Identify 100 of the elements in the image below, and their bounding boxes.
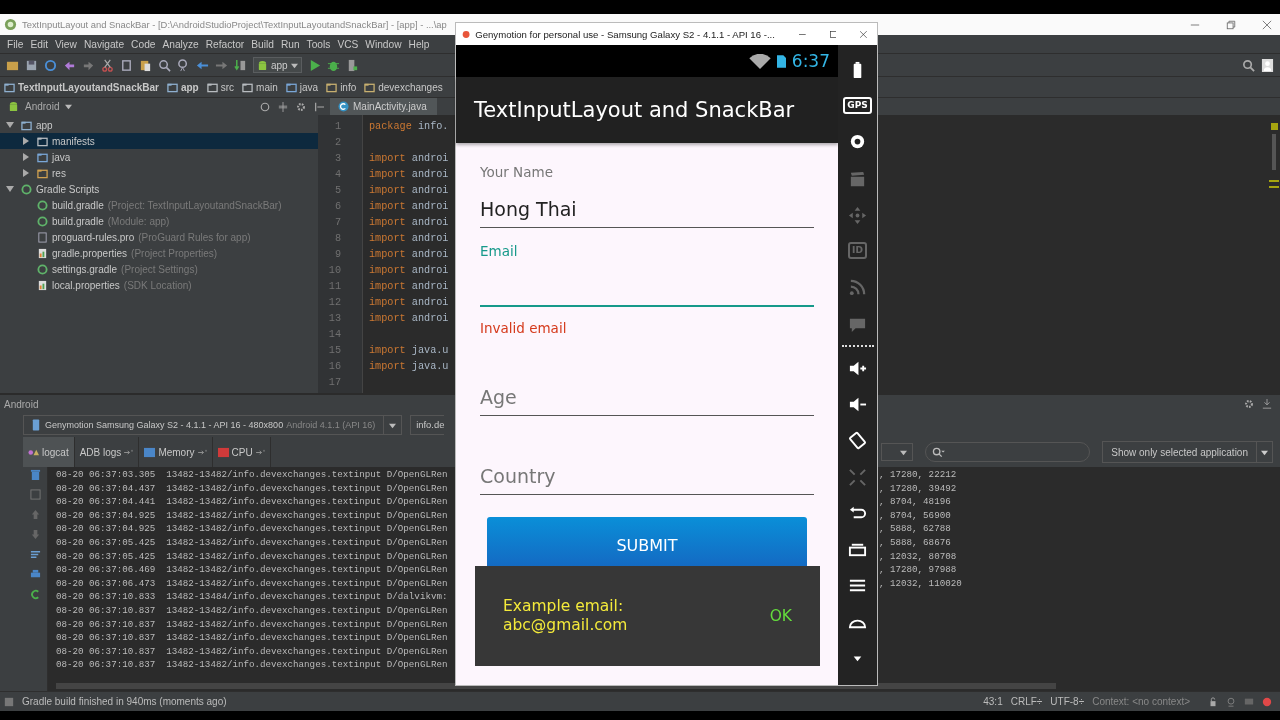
input-field[interactable]: Country — [480, 447, 814, 495]
gradle-icon — [37, 263, 48, 275]
editor-tab[interactable]: MainActivity.java — [330, 98, 437, 115]
gps-button[interactable]: GPS — [843, 97, 872, 115]
ok-button[interactable]: OK — [769, 607, 792, 625]
tree-item[interactable]: java — [0, 149, 318, 165]
search-icon[interactable] — [1242, 58, 1255, 72]
line-separator[interactable]: CRLF÷ — [1010, 696, 1043, 707]
tree-item[interactable]: local.properties (SDK Location) — [0, 277, 318, 293]
pin-icon[interactable] — [255, 448, 265, 456]
run-configuration-dropdown[interactable]: app — [253, 57, 302, 73]
item-hint: (Project Properties) — [131, 247, 218, 259]
input-field[interactable]: Age — [480, 368, 814, 416]
search-icon[interactable] — [158, 58, 171, 72]
tree-item[interactable]: gradle.properties (Project Properties) — [0, 245, 318, 261]
folder-icon — [285, 81, 297, 93]
item-name: proguard-rules.pro — [52, 231, 135, 243]
chart-file-icon — [37, 247, 48, 259]
gear-icon[interactable] — [1244, 399, 1254, 409]
breadcrumb-item[interactable]: info — [326, 81, 365, 93]
menu-item[interactable]: File — [4, 38, 28, 50]
project-view-dropdown[interactable]: Android — [6, 101, 77, 112]
cursor-position[interactable]: 43:1 — [983, 696, 1003, 707]
target-icon[interactable] — [260, 101, 270, 112]
code-line: import androi — [369, 312, 450, 326]
wrap-icon[interactable] — [29, 549, 41, 560]
trash-icon[interactable] — [29, 469, 41, 480]
tree-item[interactable]: build.gradle (Project: TextInputLayoutandSnackBar) — [0, 197, 318, 213]
inspector-icon[interactable] — [1226, 696, 1236, 707]
menu-item[interactable]: Edit — [27, 38, 52, 50]
log-line: , 8704, 56900 — [879, 508, 951, 523]
process-dropdown[interactable]: info.de — [410, 415, 445, 435]
breadcrumb-item[interactable]: src — [206, 81, 243, 93]
breadcrumb-item[interactable]: main — [242, 81, 286, 93]
tree-item[interactable]: settings.gradle (Project Settings) — [0, 261, 318, 277]
line-number: 17 — [327, 376, 342, 390]
log-line: , 12032, 80708 — [879, 549, 957, 564]
panel-tab[interactable]: logcat — [23, 437, 75, 467]
collapse-icon[interactable] — [278, 101, 288, 112]
menu-item[interactable]: Code — [128, 38, 160, 50]
line-number: 14 — [327, 328, 342, 342]
filter-dropdown[interactable]: Show only selected application — [1102, 441, 1273, 463]
level-dropdown[interactable] — [881, 443, 914, 461]
build-icon[interactable] — [234, 58, 247, 72]
collapse-arrow-icon[interactable] — [6, 121, 14, 129]
menu-item[interactable]: VCS — [334, 38, 363, 50]
lock-icon[interactable] — [1208, 696, 1218, 707]
hide-icon[interactable] — [314, 101, 324, 112]
sync-icon[interactable] — [44, 58, 57, 72]
pin-icon[interactable] — [197, 448, 207, 456]
tree-item[interactable]: Gradle Scripts — [0, 181, 318, 197]
maximize-icon[interactable] — [829, 29, 837, 39]
menu-item[interactable]: Window — [362, 38, 406, 50]
pin-icon[interactable] — [124, 448, 134, 456]
scrollbar[interactable] — [1272, 134, 1276, 170]
menu-item[interactable]: Run — [277, 38, 304, 50]
replace-icon[interactable] — [177, 58, 190, 72]
item-name: Gradle Scripts — [36, 183, 100, 195]
menu-item[interactable]: Refactor — [202, 38, 249, 50]
tree-item[interactable]: manifests — [0, 133, 318, 149]
menu-item[interactable]: Navigate — [80, 38, 129, 50]
close-icon[interactable] — [1262, 19, 1272, 30]
breadcrumb-item[interactable]: app — [166, 81, 207, 93]
error-icon[interactable] — [1262, 696, 1272, 707]
breadcrumb-item[interactable]: devexchanges — [364, 81, 451, 93]
paste-icon[interactable] — [139, 58, 152, 72]
menu-item[interactable]: View — [52, 38, 81, 50]
scissors-icon[interactable] — [101, 58, 114, 72]
printer-icon[interactable] — [29, 569, 41, 580]
log-line: 08-20 06:37:10.837 13482-13482/info.devexchanges.textinput D/OpenGLRen — [55, 631, 449, 645]
close-icon[interactable] — [860, 29, 867, 39]
gear-icon[interactable] — [296, 101, 306, 112]
encoding[interactable]: UTF-8÷ — [1050, 696, 1085, 707]
menu-item[interactable]: Build — [248, 38, 278, 50]
breadcrumb-item[interactable]: java — [285, 81, 327, 93]
save-icon[interactable] — [25, 58, 38, 72]
line-number: 3 — [333, 152, 342, 166]
user-icon[interactable] — [1261, 58, 1274, 72]
collapse-arrow-icon[interactable] — [6, 185, 14, 193]
menu-item[interactable]: Tools — [303, 38, 335, 50]
log-line: , 17280, 97988 — [879, 563, 957, 577]
code-line: import java.u — [369, 344, 450, 358]
panel-toggle-icon[interactable] — [4, 696, 14, 707]
class-icon — [338, 101, 349, 112]
device-dropdown[interactable]: Genymotion Samsung Galaxy S2 - 4.1.1 - API 16 - 480x800 Android 4.1.1 (API 16) — [23, 415, 403, 435]
restore-icon[interactable] — [1226, 19, 1236, 30]
input-field[interactable]: Hong Thai — [480, 180, 814, 228]
menu-item[interactable]: Analyze — [159, 38, 203, 50]
log-line: 08-20 06:37:03.305 13482-13482/info.devexchanges.textinput D/OpenGLRen — [55, 468, 449, 482]
breadcrumb-item[interactable]: TextInputLayoutandSnackBar — [4, 81, 167, 93]
restart-icon[interactable] — [29, 589, 41, 600]
menu-item[interactable]: Help — [405, 38, 434, 50]
download-icon[interactable] — [1262, 399, 1272, 409]
rotate-icon[interactable] — [848, 431, 867, 451]
folder-icon — [37, 151, 48, 163]
tree-item[interactable]: res — [0, 165, 318, 181]
log-line: , 5888, 62788 — [879, 522, 951, 536]
tree-item[interactable]: app — [0, 117, 318, 133]
copy-icon[interactable] — [120, 58, 133, 72]
sim-icon — [776, 54, 786, 68]
